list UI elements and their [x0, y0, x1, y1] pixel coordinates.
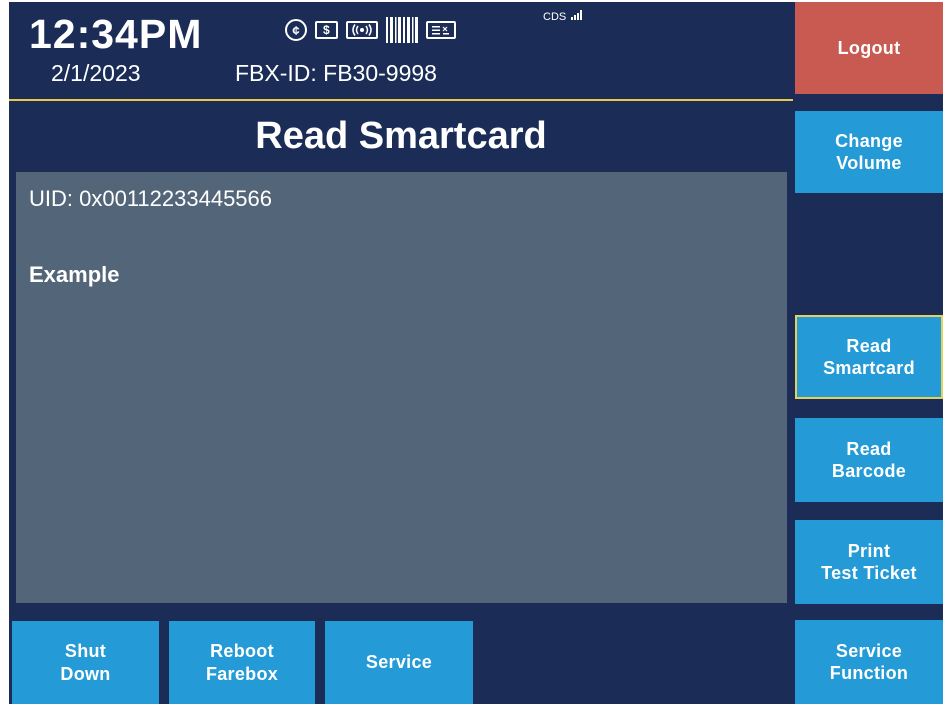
card-reader-icon: [425, 21, 456, 39]
read-barcode-label-line2: Barcode: [831, 461, 907, 481]
print-test-ticket-button[interactable]: Print Test Ticket: [795, 520, 943, 604]
change-volume-label-line2: Volume: [836, 153, 902, 173]
current-date: 2/1/2023: [51, 60, 141, 86]
shut-down-button[interactable]: Shut Down: [12, 621, 159, 704]
read-smartcard-button[interactable]: Read Smartcard: [795, 315, 943, 399]
bill-icon: $: [315, 21, 338, 39]
service-function-label-line2: Function: [829, 663, 909, 683]
result-panel: UID: 0x00112233445566 Example: [16, 172, 787, 603]
logout-label: Logout: [837, 37, 901, 58]
reboot-farebox-label-line1: Reboot: [210, 641, 274, 661]
print-test-ticket-label-line1: Print: [847, 540, 891, 561]
contactless-icon: [345, 21, 378, 39]
coin-icon: ¢: [285, 19, 307, 41]
shut-down-label-line1: Shut: [64, 641, 107, 661]
read-barcode-button[interactable]: Read Barcode: [795, 418, 943, 502]
change-volume-label-line1: Change: [835, 130, 903, 151]
read-smartcard-label-line2: Smartcard: [823, 358, 915, 378]
page-title: Read Smartcard: [255, 115, 547, 157]
read-barcode-label-line1: Read: [846, 438, 892, 459]
service-function-label-line1: Service: [835, 640, 903, 661]
clock-time: 12:34PM: [29, 11, 203, 57]
print-test-ticket-label-line2: Test Ticket: [821, 563, 917, 583]
signal-strength-icon: [571, 10, 585, 20]
shut-down-label-line2: Down: [60, 663, 111, 684]
barcode-icon: [385, 17, 418, 43]
logout-button[interactable]: Logout: [795, 2, 943, 94]
network-label: CDS: [543, 11, 567, 23]
change-volume-button[interactable]: Change Volume: [795, 111, 943, 193]
status-icon-bar: ¢ $: [285, 16, 456, 44]
service-function-button[interactable]: Service Function: [795, 620, 943, 704]
read-smartcard-label-line1: Read: [846, 335, 892, 356]
service-label: Service: [365, 652, 433, 673]
farebox-screen: 12:34PM 2/1/2023 FBX-ID: FB30-9998 ¢ $ C…: [9, 2, 943, 704]
card-uid-text: UID: 0x00112233445566: [29, 186, 273, 211]
service-button[interactable]: Service: [325, 621, 473, 704]
reboot-farebox-button[interactable]: Reboot Farebox: [169, 621, 315, 704]
farebox-id: FBX-ID: FB30-9998: [235, 60, 437, 86]
card-detail-text: Example: [29, 262, 120, 287]
status-header: 12:34PM 2/1/2023 FBX-ID: FB30-9998 ¢ $ C…: [9, 2, 793, 101]
reboot-farebox-label-line2: Farebox: [205, 663, 279, 684]
